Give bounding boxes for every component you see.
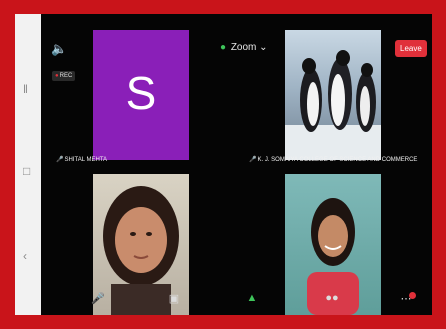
mute-button[interactable]: 🎤 [83, 292, 113, 305]
zoom-meeting-screen: ‖ □ ‹ S 🔈 ● Zoom ⌄ Leave ●REC 🎤SHITAL ME… [15, 14, 432, 315]
nav-home-icon[interactable]: □ [23, 164, 30, 178]
outer-frame: ‖ □ ‹ S 🔈 ● Zoom ⌄ Leave ●REC 🎤SHITAL ME… [0, 0, 446, 329]
chevron-down-icon: ⌄ [259, 42, 268, 53]
participant-name-label: 🎤K. J. SOMAIYA COLLEGE OF SCIENCE AND CO… [249, 156, 417, 163]
microphone-icon: 🎤 [91, 293, 105, 305]
nav-back-icon[interactable]: ‹ [23, 249, 27, 263]
microphone-icon: 🎤 [56, 157, 64, 163]
notification-badge [409, 292, 416, 299]
recording-badge: ●REC [52, 71, 76, 81]
shield-icon: ● [220, 42, 227, 53]
more-button[interactable]: ⋯ [391, 292, 421, 305]
nav-recent-icon[interactable]: ‖ [23, 82, 28, 96]
app-title: Zoom [230, 42, 257, 53]
rec-label: REC [59, 73, 73, 79]
speaker-icon[interactable]: 🔈 [51, 41, 67, 57]
participant-name: K. J. SOMAIYA COLLEGE OF SCIENCE AND COM… [257, 157, 418, 163]
avatar-letter: S [125, 67, 157, 119]
microphone-icon: 🎤 [249, 157, 257, 163]
participants-icon: ●● [325, 292, 339, 304]
meeting-title-dropdown[interactable]: ● Zoom ⌄ [220, 42, 268, 53]
participant-tile-avatar[interactable]: S [93, 30, 189, 160]
phone-edge: ‖ □ ‹ [15, 14, 41, 315]
video-button[interactable]: ▣ [159, 292, 189, 305]
leave-button[interactable]: Leave [395, 40, 427, 57]
record-dot-icon: ● [55, 73, 59, 79]
meeting-toolbar: 🎤 ▣ ▲ ●● ⋯ [41, 292, 432, 315]
participants-button[interactable]: ●● [317, 292, 347, 304]
participant-name: SHITAL MEHTA [64, 157, 108, 163]
share-button[interactable]: ▲ [237, 292, 267, 304]
penguins-image [285, 50, 381, 160]
share-icon: ▲ [246, 292, 258, 304]
video-off-icon: ▣ [168, 293, 180, 305]
participant-name-label: 🎤SHITAL MEHTA [56, 156, 107, 163]
participant-tile-video[interactable] [285, 30, 381, 160]
